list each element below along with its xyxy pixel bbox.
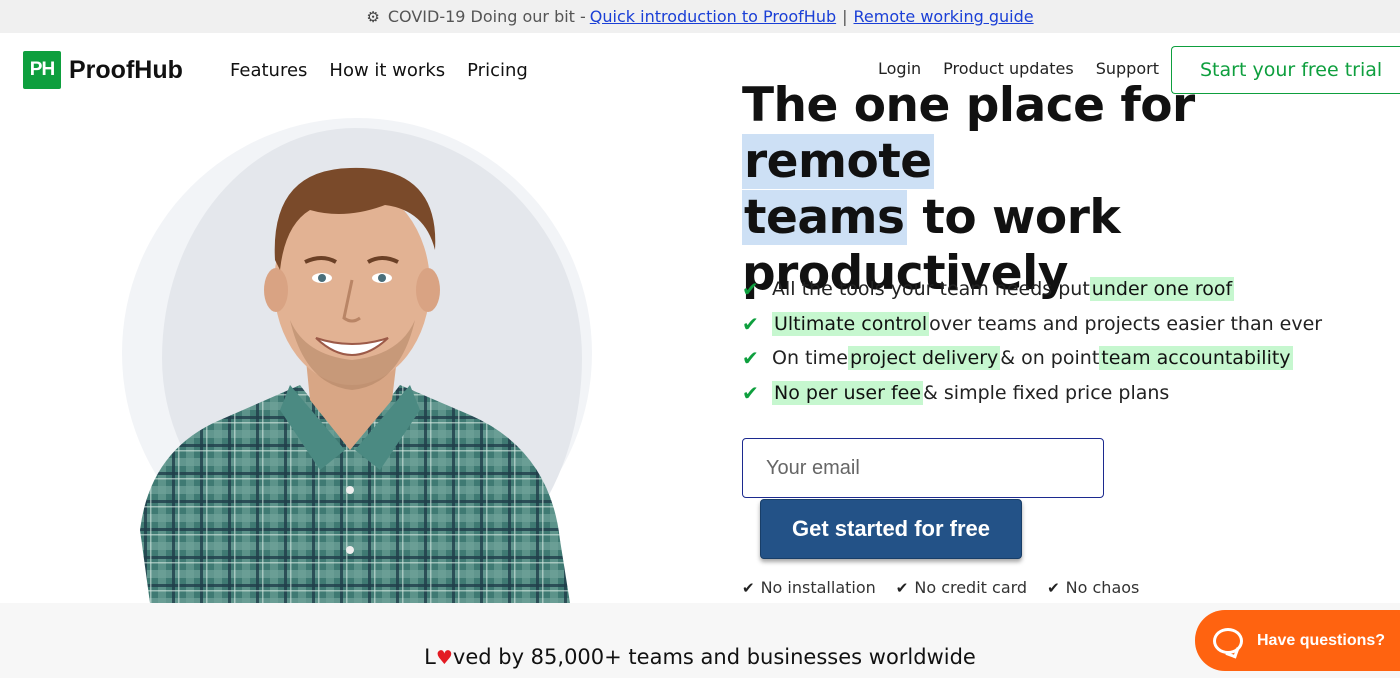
get-started-button[interactable]: Get started for free bbox=[760, 499, 1022, 559]
feature-text: over teams and projects easier than ever bbox=[929, 312, 1323, 335]
headline-highlight-teams: teams bbox=[742, 190, 907, 245]
nav-product-updates[interactable]: Product updates bbox=[943, 59, 1074, 78]
banner-text: COVID-19 Doing our bit - bbox=[387, 7, 586, 26]
feature-text: & on point bbox=[1000, 347, 1100, 370]
check-icon: ✔ bbox=[742, 380, 759, 405]
feature-item: ✔ No per user fee & simple fixed price p… bbox=[742, 376, 1322, 411]
check-icon: ✔ bbox=[742, 277, 759, 302]
check-icon: ✔ bbox=[1047, 578, 1060, 597]
feature-text: All the tools your team needs put bbox=[772, 278, 1090, 301]
secondary-nav: Login Product updates Support bbox=[878, 59, 1159, 78]
quick-intro-link[interactable]: Quick introduction to ProofHub bbox=[590, 7, 836, 26]
assurance-label: No chaos bbox=[1065, 578, 1140, 597]
gear-icon: ⚙ bbox=[366, 7, 380, 26]
covid-banner: ⚙ COVID-19 Doing our bit - Quick introdu… bbox=[0, 0, 1400, 33]
assurance-label: No installation bbox=[760, 578, 876, 597]
feature-item: ✔ On time project delivery & on point te… bbox=[742, 341, 1322, 376]
assurance-label: No credit card bbox=[914, 578, 1028, 597]
logo-badge: PH bbox=[23, 51, 61, 89]
nav-pricing[interactable]: Pricing bbox=[467, 60, 528, 81]
social-proof-text: L♥ved by 85,000+ teams and businesses wo… bbox=[0, 645, 1400, 669]
feature-item: ✔ Ultimate control over teams and projec… bbox=[742, 307, 1322, 342]
feature-text: On time bbox=[772, 347, 848, 370]
assurance-item: ✔ No credit card bbox=[896, 578, 1027, 597]
check-icon: ✔ bbox=[742, 311, 759, 336]
feature-highlight: Ultimate control bbox=[772, 311, 930, 336]
check-icon: ✔ bbox=[742, 578, 755, 597]
headline-highlight-remote: remote bbox=[742, 134, 934, 189]
logo-text: ProofHub bbox=[69, 55, 183, 84]
loved-prefix: L bbox=[424, 645, 436, 669]
feature-highlight: team accountability bbox=[1099, 346, 1293, 371]
feature-highlight: No per user fee bbox=[772, 380, 924, 405]
email-input[interactable] bbox=[742, 438, 1104, 498]
feature-item: ✔ All the tools your team needs put unde… bbox=[742, 272, 1322, 307]
nav-login[interactable]: Login bbox=[878, 59, 921, 78]
assurance-list: ✔ No installation ✔ No credit card ✔ No cha… bbox=[742, 578, 1139, 597]
main-nav: Features How it works Pricing bbox=[230, 60, 528, 81]
feature-highlight: under one roof bbox=[1089, 277, 1235, 302]
nav-how-it-works[interactable]: How it works bbox=[329, 60, 445, 81]
check-icon: ✔ bbox=[742, 346, 759, 371]
nav-support[interactable]: Support bbox=[1096, 59, 1159, 78]
chat-label: Have questions? bbox=[1257, 631, 1386, 649]
hero-person-image bbox=[140, 167, 570, 603]
banner-separator: | bbox=[842, 7, 848, 26]
have-questions-button[interactable]: Have questions? bbox=[1195, 610, 1400, 671]
feature-highlight: project delivery bbox=[847, 346, 1001, 371]
check-icon: ✔ bbox=[895, 578, 909, 597]
assurance-item: ✔ No chaos bbox=[1047, 578, 1139, 597]
assurance-item: ✔ No installation bbox=[742, 578, 876, 597]
headline-text-1: The one place for bbox=[742, 78, 1195, 133]
heart-icon: ♥ bbox=[435, 647, 453, 669]
chat-bubble-icon bbox=[1213, 627, 1243, 654]
nav-features[interactable]: Features bbox=[230, 60, 307, 81]
feature-text: & simple fixed price plans bbox=[923, 381, 1170, 404]
remote-guide-link[interactable]: Remote working guide bbox=[854, 7, 1034, 26]
hero-headline: The one place for remote teams to work pr… bbox=[742, 78, 1392, 302]
feature-list: ✔ All the tools your team needs put unde… bbox=[742, 272, 1322, 410]
proofhub-logo[interactable]: PH ProofHub bbox=[23, 51, 183, 89]
loved-suffix: ved by 85,000+ teams and businesses worl… bbox=[452, 645, 976, 669]
